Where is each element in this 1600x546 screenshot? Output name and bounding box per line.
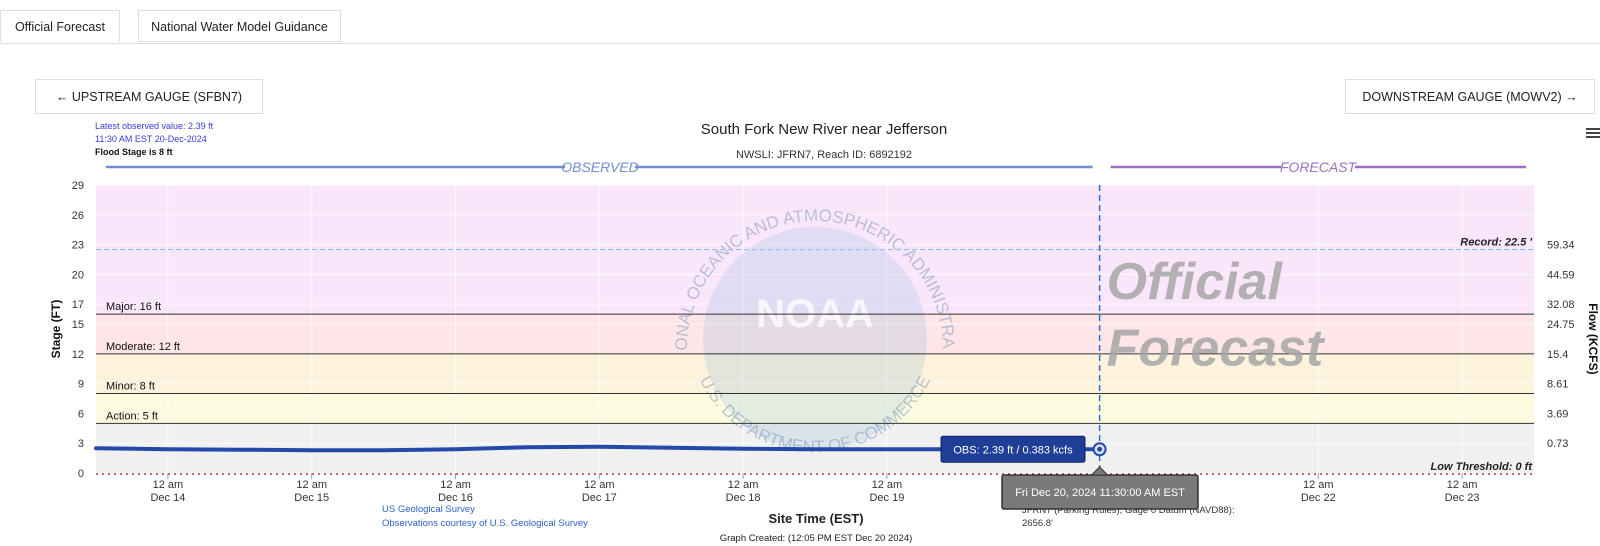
y2-tick-label: 8.61 — [1547, 379, 1568, 391]
x-tick-time: 12 am — [296, 479, 327, 491]
y-tick-label: 9 — [78, 379, 84, 391]
flood-label-action: Action: 5 ft — [106, 410, 158, 422]
x-tick-day: Dec 14 — [150, 492, 185, 504]
record-label: Record: 22.5 ' — [1460, 237, 1532, 249]
y-tick-label: 23 — [72, 240, 84, 252]
y-tick-label: 17 — [72, 299, 84, 311]
x-tick-time: 12 am — [1303, 479, 1334, 491]
y-tick-label: 20 — [72, 269, 84, 281]
y2-tick-label: 15.4 — [1547, 349, 1568, 361]
y2-tick-label: 59.34 — [1547, 240, 1575, 252]
official-forecast-watermark-line1: Official — [1107, 253, 1284, 311]
usgs-credit-line2: Observations courtesy of U.S. Geological… — [382, 518, 588, 529]
flood-label-major: Major: 16 ft — [106, 301, 161, 313]
chart-subtitle: NWSLI: JFRN7, Reach ID: 6892192 — [736, 149, 912, 161]
x-tick-day: Dec 15 — [294, 492, 329, 504]
low-threshold-label: Low Threshold: 0 ft — [1431, 461, 1534, 473]
x-tick-day: Dec 19 — [869, 492, 904, 504]
y2-axis-title: Flow (KCFS) — [1586, 303, 1600, 374]
x-tick-day: Dec 16 — [438, 492, 473, 504]
latest-observed-value: Latest observed value: 2.39 ft — [95, 121, 214, 131]
x-tick-time: 12 am — [440, 479, 471, 491]
flood-label-minor: Minor: 8 ft — [106, 381, 155, 393]
graph-created-note: Graph Created: (12:05 PM EST Dec 20 2024… — [720, 533, 913, 544]
forecast-section-label: FORECAST — [1280, 159, 1358, 175]
y2-tick-label: 24.75 — [1547, 319, 1575, 331]
y-tick-label: 29 — [72, 180, 84, 192]
flood-label-moderate: Moderate: 12 ft — [106, 341, 180, 353]
x-tick-time: 12 am — [584, 479, 615, 491]
x-tick-day: Dec 22 — [1301, 492, 1336, 504]
chart-title: South Fork New River near Jefferson — [701, 121, 948, 138]
y-tick-label: 12 — [72, 349, 84, 361]
hydrograph-chart: NOAANATIONAL OCEANIC AND ATMOSPHERIC ADM… — [0, 0, 1600, 544]
official-forecast-watermark-line2: Forecast — [1107, 320, 1326, 378]
latest-observation-dot — [1097, 446, 1103, 452]
y2-tick-label: 44.59 — [1547, 269, 1575, 281]
y2-tick-label: 0.73 — [1547, 438, 1568, 450]
datum-line2: 2656.8' — [1022, 518, 1053, 529]
y-tick-label: 26 — [72, 210, 84, 222]
x-tick-time: 12 am — [153, 479, 184, 491]
flood-stage-note: Flood Stage is 8 ft — [95, 147, 173, 157]
x-tick-day: Dec 23 — [1445, 492, 1480, 504]
usgs-credit-line1: US Geological Survey — [382, 504, 475, 515]
x-tick-day: Dec 17 — [582, 492, 617, 504]
x-tick-time: 12 am — [872, 479, 903, 491]
x-tick-time: 12 am — [1447, 479, 1478, 491]
obs-tooltip-text: OBS: 2.39 ft / 0.383 kcfs — [953, 444, 1073, 456]
y2-tick-label: 32.08 — [1547, 299, 1575, 311]
x-tick-time: 12 am — [728, 479, 759, 491]
observed-section-label: OBSERVED — [561, 159, 639, 175]
y-tick-label: 0 — [78, 468, 84, 480]
latest-observed-time: 11:30 AM EST 20-Dec-2024 — [95, 134, 207, 144]
x-tick-day: Dec 18 — [726, 492, 761, 504]
y-axis-title: Stage (FT) — [49, 300, 63, 359]
x-axis-title: Site Time (EST) — [768, 511, 863, 526]
y2-tick-label: 3.69 — [1547, 408, 1568, 420]
time-tooltip-text: Fri Dec 20, 2024 11:30:00 AM EST — [1015, 487, 1185, 499]
y-tick-label: 15 — [72, 319, 84, 331]
y-tick-label: 6 — [78, 408, 84, 420]
y-tick-label: 3 — [78, 438, 84, 450]
